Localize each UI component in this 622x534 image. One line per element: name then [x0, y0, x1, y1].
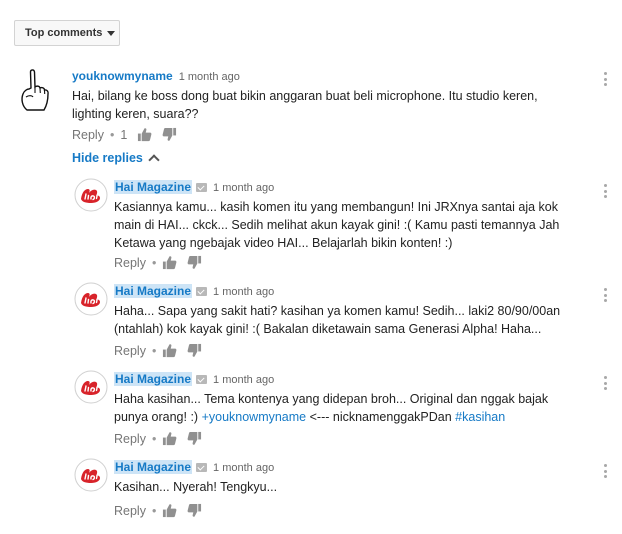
reply-text: Haha kasihan... Tema kontenya yang didep…	[114, 390, 548, 426]
comment-header: youknowmyname 1 month ago	[72, 69, 240, 83]
separator-dot: •	[151, 503, 157, 518]
reply-author[interactable]: Hai Magazine	[114, 372, 193, 386]
reply-actions: Reply •	[114, 343, 212, 358]
reply-time[interactable]: 1 month ago	[213, 462, 274, 474]
separator-dot: •	[109, 127, 115, 142]
thumbs-down-icon[interactable]	[162, 127, 177, 142]
vertical-dots-icon[interactable]	[604, 464, 608, 478]
reply-time[interactable]: 1 month ago	[213, 374, 274, 386]
comment-text: Hai, bilang ke boss dong buat bikin angg…	[72, 87, 538, 123]
reply-button[interactable]: Reply	[72, 128, 104, 142]
reply-header: Hai Magazine 1 month ago	[114, 460, 274, 474]
reply-text-segment: <--- nicknamenggakPDan	[306, 410, 456, 424]
reply-text-line: main di HAI... ckck... Sedih melihat aku…	[114, 218, 560, 232]
reply-header: Hai Magazine 1 month ago	[114, 180, 274, 194]
comment-text-line: Hai, bilang ke boss dong buat bikin angg…	[72, 89, 538, 103]
separator-dot: •	[151, 431, 157, 446]
verified-check-icon	[196, 287, 208, 296]
reply-text-line: Ketawa yang ngebajak video HAI... Belaja…	[114, 236, 453, 250]
verified-check-icon	[196, 463, 208, 472]
vertical-dots-icon[interactable]	[604, 376, 608, 390]
reply-text-line: Kasiannya kamu... kasih komen itu yang m…	[114, 200, 558, 214]
sort-label: Top comments	[25, 27, 103, 39]
reply-text-line: Haha kasihan... Tema kontenya yang didep…	[114, 392, 549, 406]
reply-header: Hai Magazine 1 month ago	[114, 284, 274, 298]
reply-text: Haha... Sapa yang sakit hati? kasihan ya…	[114, 302, 560, 338]
reply-text: Kasihan... Nyerah! Tengkyu...	[114, 478, 277, 496]
thumbs-up-icon[interactable]	[162, 255, 177, 270]
avatar[interactable]	[14, 66, 62, 114]
comment-text-line: lighting keren, suara??	[72, 107, 199, 121]
thumbs-down-icon[interactable]	[187, 343, 202, 358]
verified-check-icon	[196, 183, 208, 192]
verified-check-icon	[196, 375, 208, 384]
reply-time[interactable]: 1 month ago	[213, 182, 274, 194]
reply-actions: Reply •	[114, 431, 212, 446]
separator-dot: •	[151, 343, 157, 358]
sort-dropdown-button[interactable]: Top comments	[14, 20, 120, 46]
vertical-dots-icon[interactable]	[604, 184, 608, 198]
thumbs-up-icon[interactable]	[137, 127, 152, 142]
hide-replies-button[interactable]: Hide replies	[72, 151, 160, 166]
reply-text-line: Haha... Sapa yang sakit hati? kasihan ya…	[114, 304, 561, 318]
vertical-dots-icon[interactable]	[604, 288, 608, 302]
like-count: 1	[120, 127, 128, 142]
reply-author[interactable]: Hai Magazine	[114, 180, 193, 194]
reply-button[interactable]: Reply	[114, 256, 146, 270]
reply-text-line: (ntahlah) kok kayak gini! :( Bakalan dik…	[114, 322, 542, 336]
hide-replies-label: Hide replies	[72, 151, 143, 165]
reply-button[interactable]: Reply	[114, 344, 146, 358]
thumbs-up-icon[interactable]	[162, 431, 177, 446]
avatar[interactable]	[74, 458, 108, 492]
reply-author[interactable]: Hai Magazine	[114, 460, 193, 474]
reply-header: Hai Magazine 1 month ago	[114, 372, 274, 386]
reply-text-line: Kasihan... Nyerah! Tengkyu...	[114, 480, 278, 494]
hashtag-link[interactable]: #kasihan	[455, 410, 505, 424]
comment-time[interactable]: 1 month ago	[179, 71, 240, 83]
thumbs-down-icon[interactable]	[187, 255, 202, 270]
avatar[interactable]	[74, 282, 108, 316]
mention-link[interactable]: +youknowmyname	[202, 410, 307, 424]
reply-text: Kasiannya kamu... kasih komen itu yang m…	[114, 198, 559, 252]
avatar[interactable]	[74, 178, 108, 212]
reply-button[interactable]: Reply	[114, 432, 146, 446]
comment-author[interactable]: youknowmyname	[72, 69, 173, 83]
reply-actions: Reply •	[114, 503, 212, 518]
thumbs-up-icon[interactable]	[162, 503, 177, 518]
thumbs-down-icon[interactable]	[187, 503, 202, 518]
reply-actions: Reply •	[114, 255, 212, 270]
reply-author[interactable]: Hai Magazine	[114, 284, 193, 298]
reply-text-line: punya orang! :) +youknowmyname <--- nick…	[114, 408, 548, 426]
thumbs-down-icon[interactable]	[187, 431, 202, 446]
reply-button[interactable]: Reply	[114, 504, 146, 518]
avatar[interactable]	[74, 370, 108, 404]
caret-down-icon	[107, 30, 116, 36]
reply-text-segment: punya orang! :)	[114, 410, 202, 424]
separator-dot: •	[151, 255, 157, 270]
thumbs-up-icon[interactable]	[162, 343, 177, 358]
reply-time[interactable]: 1 month ago	[213, 286, 274, 298]
vertical-dots-icon[interactable]	[604, 72, 608, 86]
comment-actions: Reply • 1	[72, 127, 187, 142]
chevron-up-icon	[148, 154, 160, 166]
